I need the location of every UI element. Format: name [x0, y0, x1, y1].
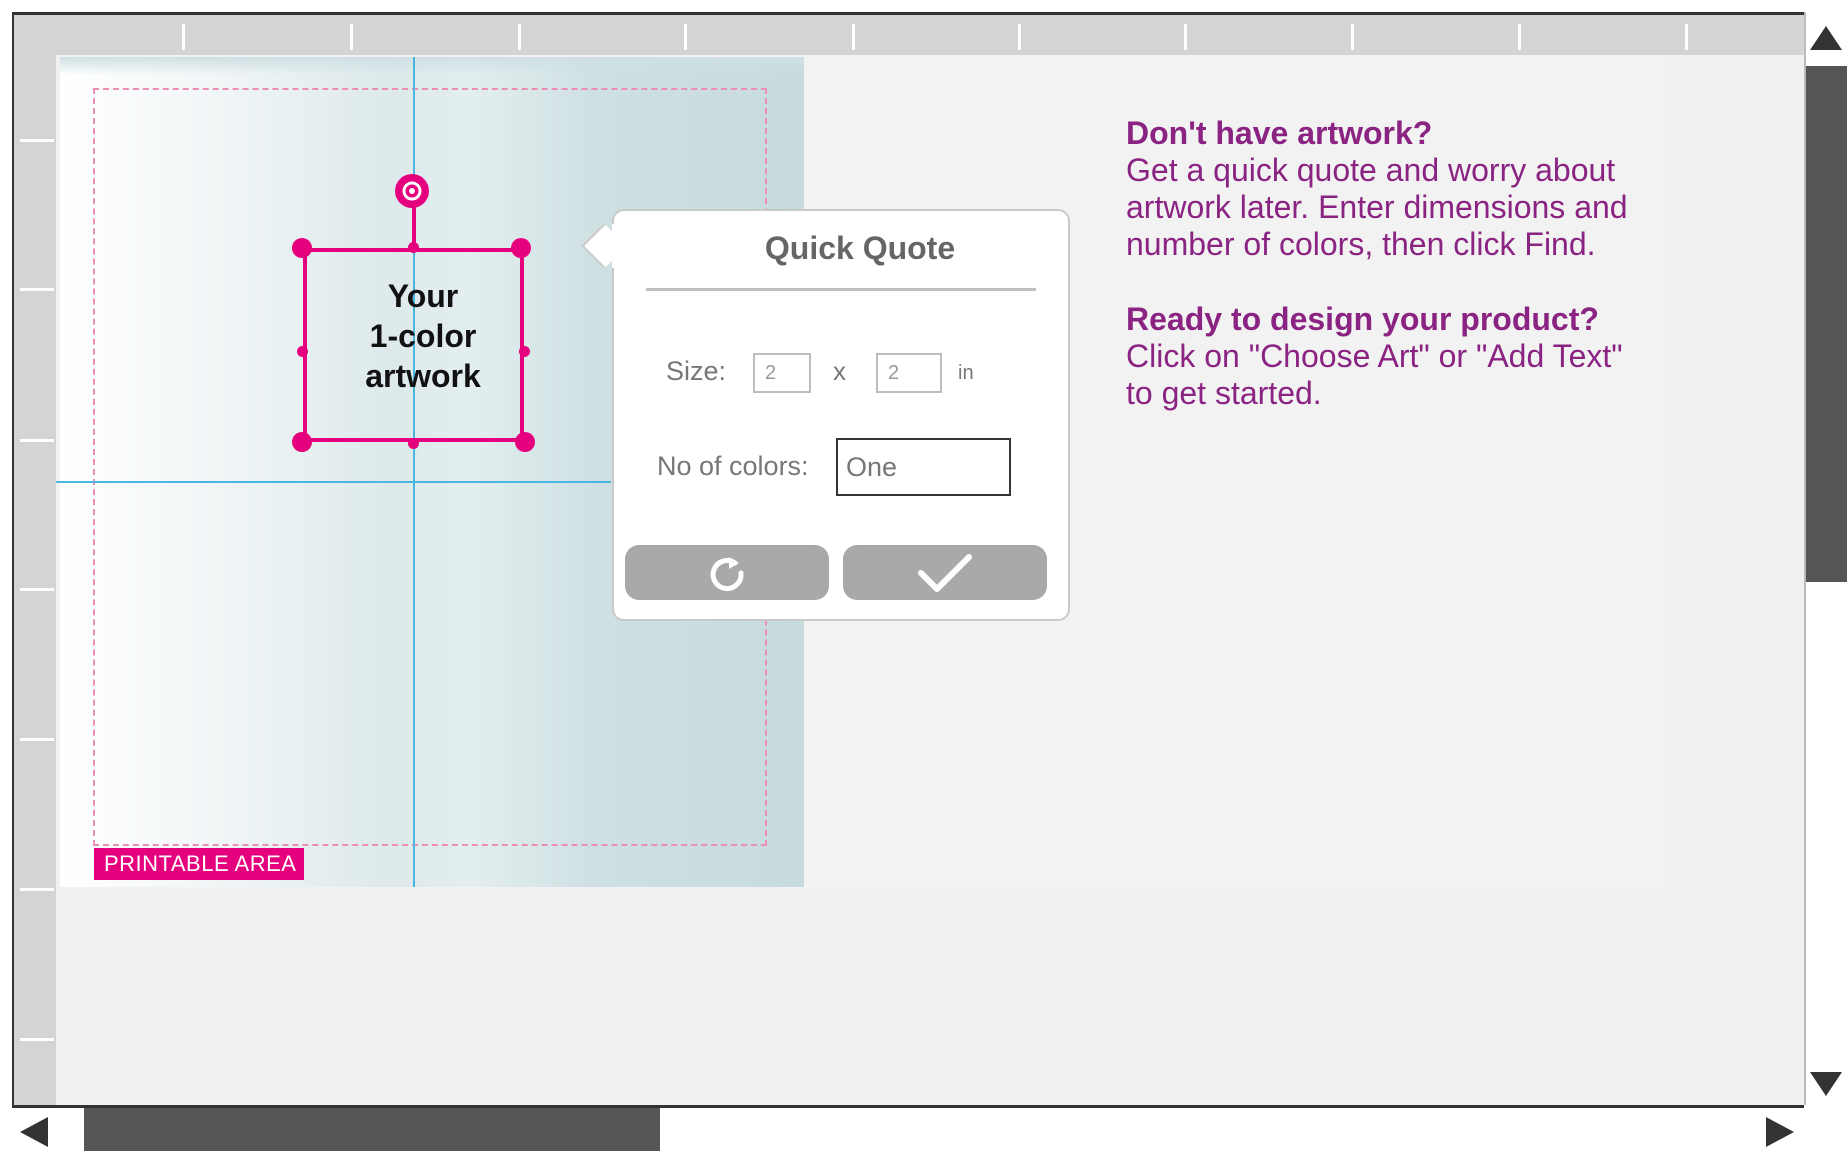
ruler-tick — [350, 24, 353, 50]
resize-handle-top-left[interactable] — [292, 238, 312, 258]
ruler-tick — [684, 24, 687, 50]
scroll-up-icon[interactable] — [1810, 26, 1842, 50]
quick-quote-divider — [646, 288, 1036, 291]
ruler-tick — [1518, 24, 1521, 50]
horizontal-center-guide — [56, 481, 611, 483]
ruler-tick — [852, 24, 855, 50]
artwork-text-line: artwork — [365, 358, 481, 394]
ruler-tick — [20, 888, 54, 891]
resize-handle-bottom-right[interactable] — [515, 432, 535, 452]
rotate-handle[interactable] — [395, 174, 429, 208]
ruler-tick — [20, 139, 54, 142]
resize-handle-left[interactable] — [297, 346, 308, 357]
info-panel: Don't have artwork? Get a quick quote an… — [1126, 115, 1646, 412]
scroll-down-icon[interactable] — [1810, 1072, 1842, 1096]
resize-handle-top[interactable] — [408, 242, 419, 253]
unit-label: in — [958, 362, 974, 384]
artwork-text-line: Your — [387, 278, 459, 314]
ruler-tick — [518, 24, 521, 50]
design-heading: Ready to design your product? — [1126, 301, 1599, 337]
ruler-tick — [1018, 24, 1021, 50]
rotate-icon — [402, 181, 422, 201]
top-ruler — [14, 15, 1804, 55]
size-label: Size: — [666, 356, 727, 386]
ruler-tick — [1351, 24, 1354, 50]
horizontal-scrollbar-thumb[interactable] — [84, 1108, 660, 1151]
ruler-tick — [20, 738, 54, 741]
ruler-tick — [20, 1038, 54, 1041]
scroll-left-icon[interactable] — [20, 1117, 48, 1147]
product-bag-edge — [60, 57, 804, 75]
width-input[interactable]: 2 — [753, 353, 811, 393]
design-text: Click on "Choose Art" or "Add Text" to g… — [1126, 338, 1623, 411]
printable-area-label: PRINTABLE AREA — [94, 848, 304, 880]
artwork-text-line: 1-color — [369, 318, 477, 354]
ruler-tick — [1184, 24, 1187, 50]
ruler-tick — [182, 24, 185, 50]
ruler-tick — [20, 588, 54, 591]
left-ruler — [14, 15, 56, 1105]
quick-quote-title: Quick Quote — [764, 230, 956, 266]
resize-handle-right[interactable] — [519, 346, 530, 357]
no-artwork-text: Get a quick quote and worry about artwor… — [1126, 152, 1628, 262]
find-button[interactable] — [843, 545, 1047, 600]
refresh-icon — [710, 556, 744, 591]
artwork-placeholder-text: Your 1-color artwork — [338, 276, 508, 396]
ruler-tick — [1685, 24, 1688, 50]
no-artwork-heading: Don't have artwork? — [1126, 115, 1433, 151]
reset-button[interactable] — [625, 545, 829, 600]
resize-handle-bottom-left[interactable] — [292, 432, 312, 452]
dimension-separator: x — [833, 356, 846, 386]
colors-input[interactable]: One — [836, 438, 1011, 496]
vertical-scrollbar-thumb[interactable] — [1806, 66, 1847, 582]
resize-handle-bottom[interactable] — [408, 438, 419, 449]
colors-label: No of colors: — [657, 451, 809, 481]
height-input[interactable]: 2 — [876, 353, 942, 393]
ruler-tick — [20, 288, 54, 291]
ruler-tick — [20, 439, 54, 442]
check-icon — [918, 553, 972, 592]
resize-handle-top-right[interactable] — [511, 238, 531, 258]
scroll-right-icon[interactable] — [1766, 1117, 1794, 1147]
